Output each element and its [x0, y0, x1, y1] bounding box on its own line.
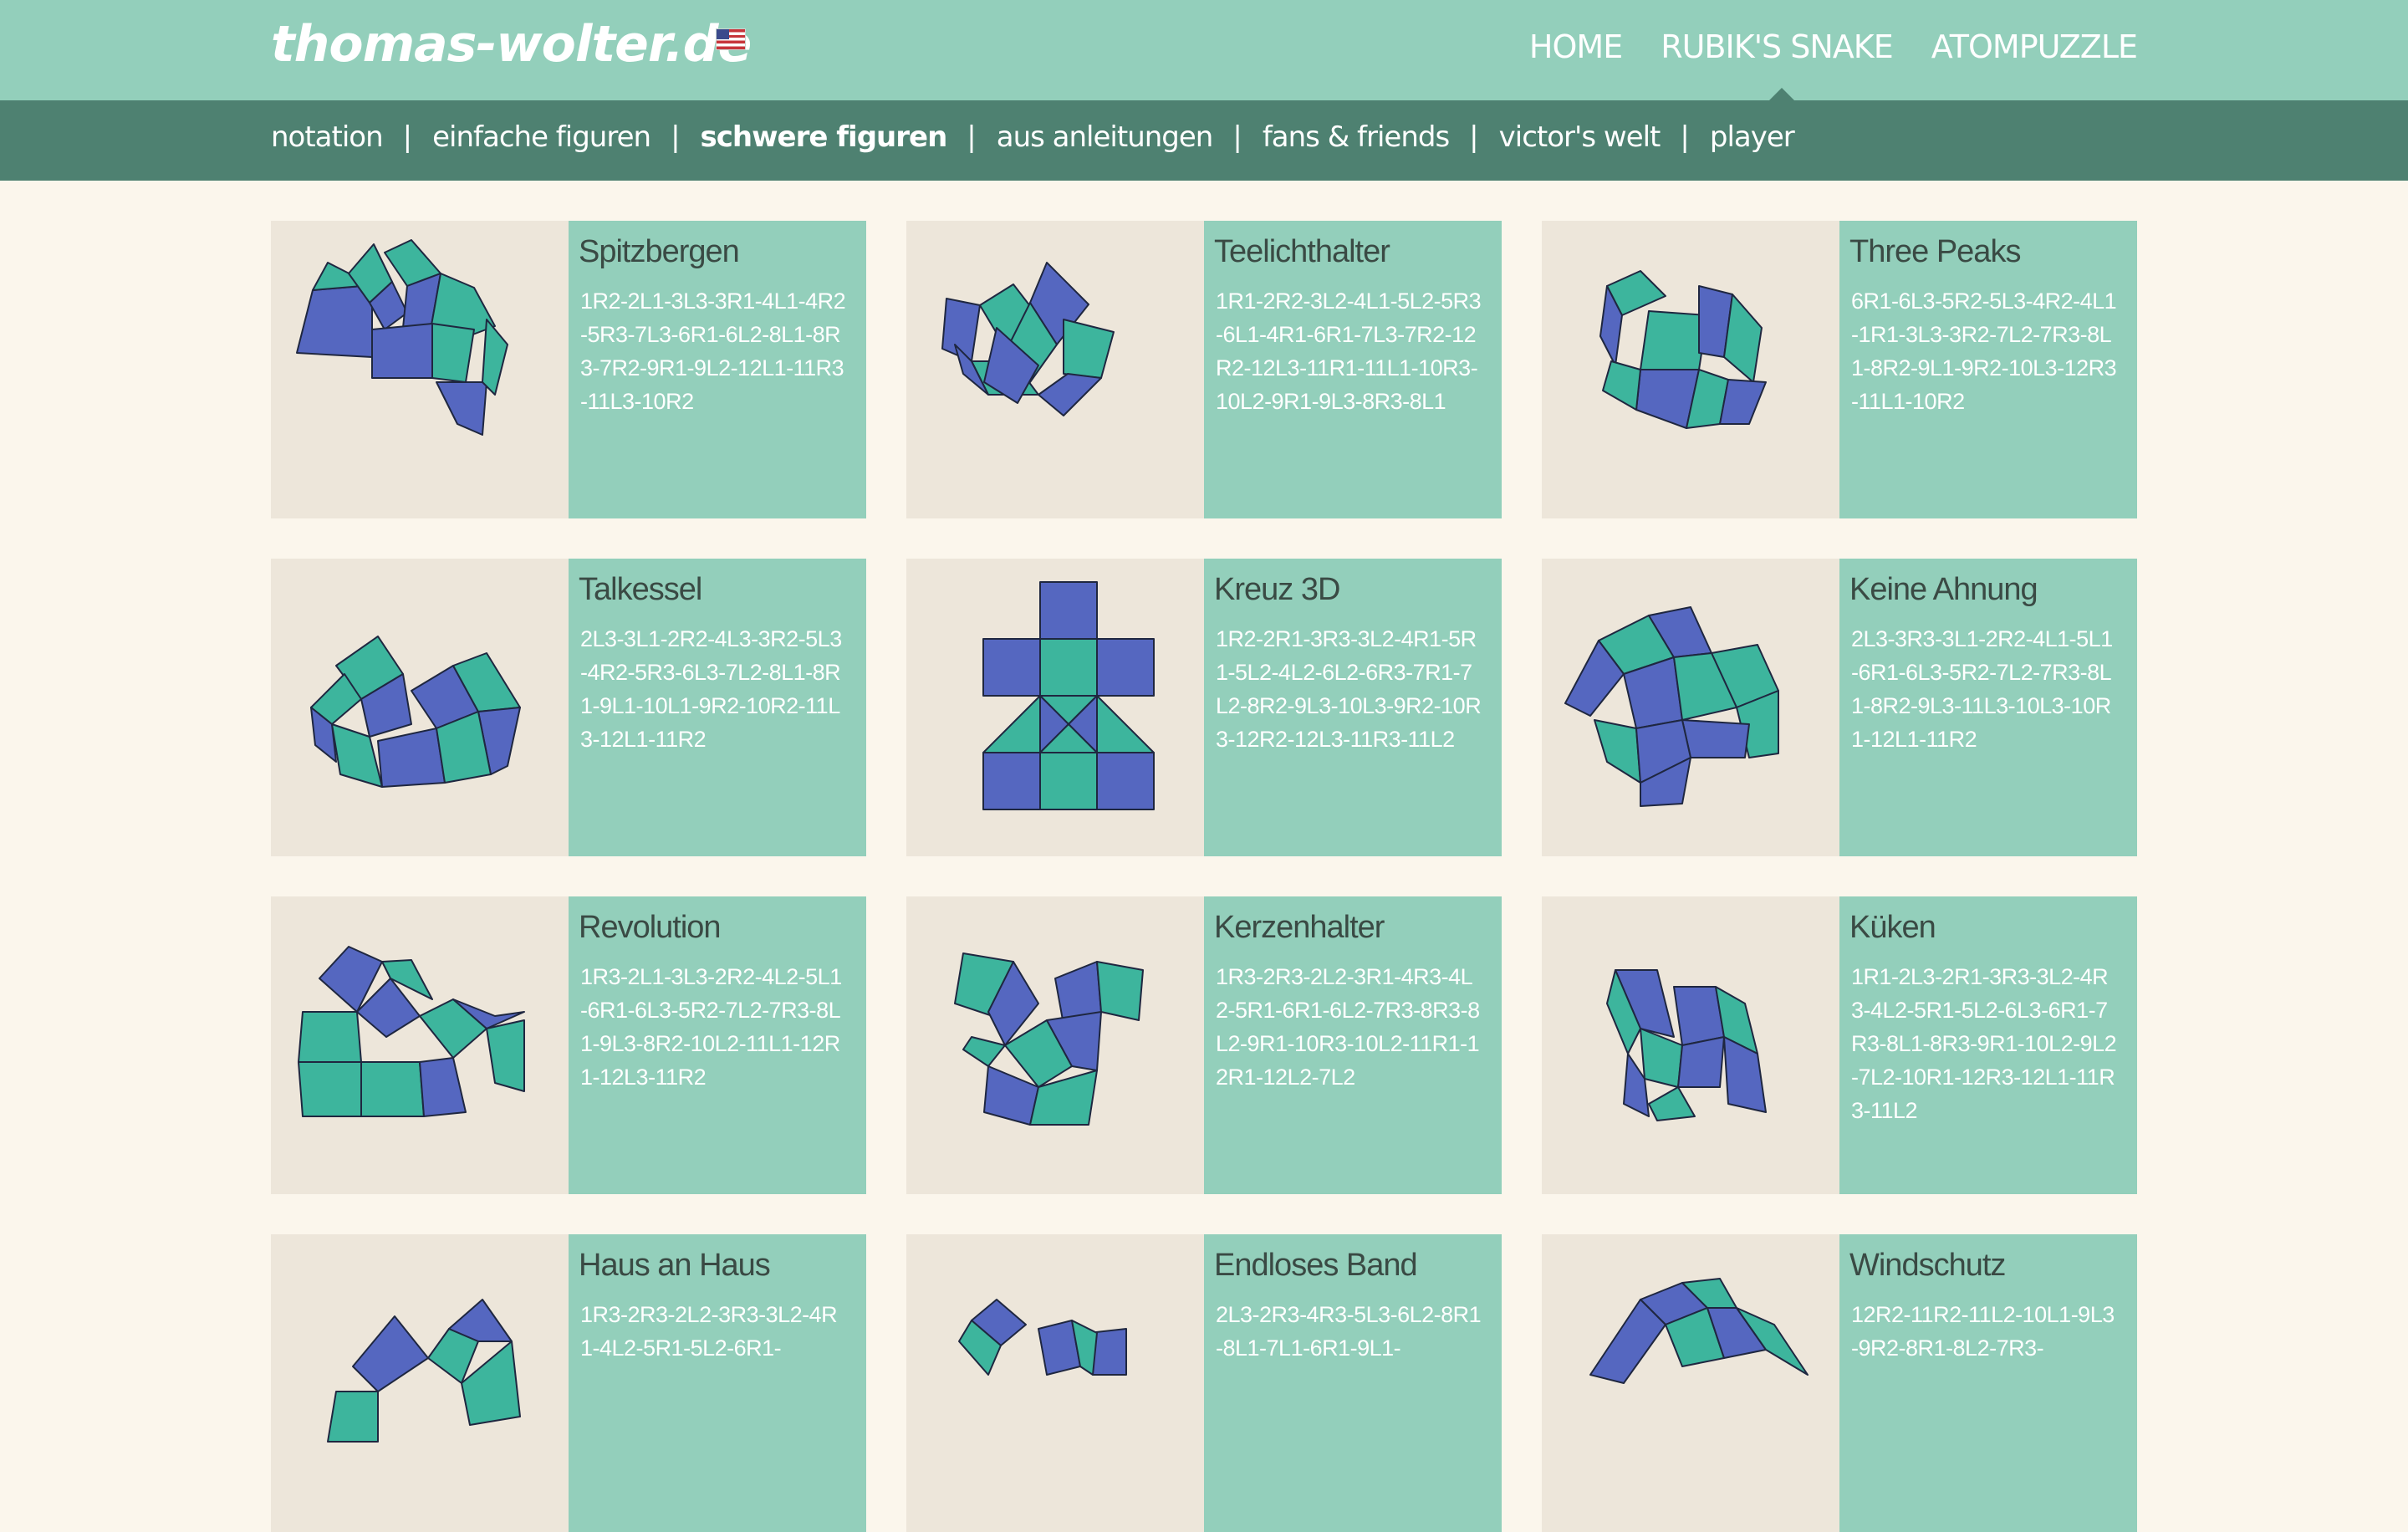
subnav-notation[interactable]: notation [271, 120, 384, 154]
figure-thumbnail[interactable] [271, 221, 569, 518]
us-flag-icon[interactable] [716, 28, 746, 50]
figure-sequence: 2L3-2R3-4R3-5L3-6L2-8R1-8L1-7L1-6R1-9L1- [1216, 1302, 1482, 1361]
figure-card-spitzbergen[interactable]: Spitzbergen 1R2-2L1-3L3-3R1-4L1-4R2-5R3-… [271, 221, 866, 518]
snake-figure-image [958, 1299, 1127, 1376]
nav-rubiks-snake[interactable]: RUBIK'S SNAKE [1661, 28, 1894, 65]
figure-sequence: 1R1-2L3-2R1-3R3-3L2-4R3-4L2-5R1-5L2-6L3-… [1851, 964, 2117, 1123]
snake-figure-image [298, 946, 525, 1117]
figure-sequence: 1R3-2L1-3L3-2R2-4L2-5L1-6R1-6L3-5R2-7L2-… [580, 964, 842, 1090]
figure-sequence: 1R1-2R2-3L2-4L1-5L2-5R3-6L1-4R1-6R1-7L3-… [1216, 289, 1482, 414]
separator: | [1680, 120, 1690, 154]
figure-info: Haus an Haus 1R3-2R3-2L2-3R3-3L2-4R1-4L2… [569, 1234, 866, 1532]
snake-figure-image [982, 581, 1155, 810]
sub-nav: notation | einfache figuren | schwere fi… [271, 120, 1795, 154]
figure-thumbnail[interactable] [271, 559, 569, 856]
separator: | [1232, 120, 1242, 154]
snake-figure-image [296, 239, 508, 436]
figure-sequence: 2L3-3R3-3L1-2R2-4L1-5L1-6R1-6L3-5R2-7L2-… [1851, 626, 2113, 752]
figure-name[interactable]: Windschutz [1849, 1248, 2006, 1284]
subnav-victors-welt[interactable]: victor's welt [1499, 120, 1661, 154]
snake-figure-image [1589, 1278, 1809, 1384]
figure-info: Spitzbergen 1R2-2L1-3L3-3R1-4L1-4R2-5R3-… [569, 221, 866, 518]
figure-thumbnail[interactable] [1542, 221, 1839, 518]
figure-name[interactable]: Keine Ahnung [1849, 572, 2038, 608]
figure-info: Kerzenhalter 1R3-2R3-2L2-3R1-4R3-4L2-5R1… [1204, 896, 1502, 1194]
site-title[interactable]: thomas-wolter.de [271, 15, 752, 74]
figure-info: Windschutz 12R2-11R2-11L2-10L1-9L3-9R2-8… [1839, 1234, 2137, 1532]
figure-thumbnail[interactable] [906, 1234, 1204, 1532]
figure-sequence: 1R2-2R1-3R3-3L2-4R1-5R1-5L2-4L2-6L2-6R3-… [1216, 626, 1482, 752]
snake-figure-image [1599, 270, 1767, 429]
figure-card-kerzenhalter[interactable]: Kerzenhalter 1R3-2R3-2L2-3R1-4R3-4L2-5R1… [906, 896, 1502, 1194]
active-nav-caret [1769, 88, 1794, 100]
figure-card-keine-ahnung[interactable]: Keine Ahnung 2L3-3R3-3L1-2R2-4L1-5L1-6R1… [1542, 559, 2137, 856]
figure-thumbnail[interactable] [271, 1234, 569, 1532]
figure-name[interactable]: Kreuz 3D [1214, 572, 1340, 608]
figure-card-teelichthalter[interactable]: Teelichthalter 1R1-2R2-3L2-4L1-5L2-5R3-6… [906, 221, 1502, 518]
separator: | [671, 120, 681, 154]
figure-card-kueken[interactable]: Küken 1R1-2L3-2R1-3R3-3L2-4R3-4L2-5R1-5L… [1542, 896, 2137, 1194]
snake-figure-image [941, 262, 1115, 416]
separator: | [1469, 120, 1479, 154]
subnav-aus-anleitungen[interactable]: aus anleitungen [997, 120, 1214, 154]
figure-card-kreuz-3d[interactable]: Kreuz 3D 1R2-2R1-3R3-3L2-4R1-5R1-5L2-4L2… [906, 559, 1502, 856]
figure-thumbnail[interactable] [1542, 1234, 1839, 1532]
figure-info: Kreuz 3D 1R2-2R1-3R3-3L2-4R1-5R1-5L2-4L2… [1204, 559, 1502, 856]
figure-sequence: 1R3-2R3-2L2-3R1-4R3-4L2-5R1-6R1-6L2-7R3-… [1216, 964, 1480, 1090]
figure-name[interactable]: Küken [1849, 910, 1936, 946]
figure-name[interactable]: Talkessel [579, 572, 702, 608]
snake-figure-image [1564, 606, 1779, 807]
figure-info: Revolution 1R3-2L1-3L3-2R2-4L2-5L1-6R1-6… [569, 896, 866, 1194]
figure-name[interactable]: Endloses Band [1214, 1248, 1418, 1284]
figure-name[interactable]: Revolution [579, 910, 722, 946]
figure-name[interactable]: Spitzbergen [579, 234, 740, 270]
figure-thumbnail[interactable] [1542, 896, 1839, 1194]
figure-card-haus-an-haus[interactable]: Haus an Haus 1R3-2R3-2L2-3R3-3L2-4R1-4L2… [271, 1234, 866, 1532]
figure-thumbnail[interactable] [271, 896, 569, 1194]
separator: | [967, 120, 977, 154]
figure-card-windschutz[interactable]: Windschutz 12R2-11R2-11L2-10L1-9L3-9R2-8… [1542, 1234, 2137, 1532]
main-nav: HOME RUBIK'S SNAKE ATOMPUZZLE [1529, 28, 2138, 65]
nav-home[interactable]: HOME [1529, 28, 1623, 65]
figure-card-three-peaks[interactable]: Three Peaks 6R1-6L3-5R2-5L3-4R2-4L1-1R1-… [1542, 221, 2137, 518]
figure-name[interactable]: Three Peaks [1849, 234, 2021, 270]
figure-card-talkessel[interactable]: Talkessel 2L3-3L1-2R2-4L3-3R2-5L3-4R2-5R… [271, 559, 866, 856]
figure-card-endloses-band[interactable]: Endloses Band 2L3-2R3-4R3-5L3-6L2-8R1-8L… [906, 1234, 1502, 1532]
top-header: thomas-wolter.de HOME RUBIK'S SNAKE ATOM… [0, 0, 2408, 100]
subnav-player[interactable]: player [1710, 120, 1795, 154]
nav-atompuzzle[interactable]: ATOMPUZZLE [1931, 28, 2138, 65]
figure-thumbnail[interactable] [906, 559, 1204, 856]
figure-sequence: 1R2-2L1-3L3-3R1-4L1-4R2-5R3-7L3-6R1-6L2-… [580, 289, 846, 414]
figure-info: Three Peaks 6R1-6L3-5R2-5L3-4R2-4L1-1R1-… [1839, 221, 2137, 518]
figure-name[interactable]: Haus an Haus [579, 1248, 771, 1284]
figure-sequence: 6R1-6L3-5R2-5L3-4R2-4L1-1R1-3L3-3R2-7L2-… [1851, 289, 2117, 414]
sub-nav-bar: notation | einfache figuren | schwere fi… [0, 100, 2408, 181]
figure-thumbnail[interactable] [1542, 559, 1839, 856]
snake-figure-image [954, 952, 1144, 1126]
snake-figure-image [310, 636, 521, 788]
figure-info: Talkessel 2L3-3L1-2R2-4L3-3R2-5L3-4R2-5R… [569, 559, 866, 856]
subnav-schwere-figuren[interactable]: schwere figuren [701, 120, 948, 154]
figure-info: Küken 1R1-2L3-2R1-3R3-3L2-4R3-4L2-5R1-5L… [1839, 896, 2137, 1194]
subnav-fans-friends[interactable]: fans & friends [1263, 120, 1450, 154]
figure-card-revolution[interactable]: Revolution 1R3-2L1-3L3-2R2-4L2-5L1-6R1-6… [271, 896, 866, 1194]
snake-figure-image [327, 1299, 521, 1443]
figure-info: Endloses Band 2L3-2R3-4R3-5L3-6L2-8R1-8L… [1204, 1234, 1502, 1532]
snake-figure-image [1606, 969, 1767, 1121]
figure-sequence: 1R3-2R3-2L2-3R3-3L2-4R1-4L2-5R1-5L2-6R1- [580, 1302, 838, 1361]
figure-info: Keine Ahnung 2L3-3R3-3L1-2R2-4L1-5L1-6R1… [1839, 559, 2137, 856]
figure-sequence: 12R2-11R2-11L2-10L1-9L3-9R2-8R1-8L2-7R3- [1851, 1302, 2115, 1361]
figure-sequence: 2L3-3L1-2R2-4L3-3R2-5L3-4R2-5R3-6L3-7L2-… [580, 626, 842, 752]
subnav-einfache-figuren[interactable]: einfache figuren [432, 120, 651, 154]
separator: | [402, 120, 413, 154]
figure-name[interactable]: Kerzenhalter [1214, 910, 1385, 946]
figure-name[interactable]: Teelichthalter [1214, 234, 1390, 270]
figure-info: Teelichthalter 1R1-2R2-3L2-4L1-5L2-5R3-6… [1204, 221, 1502, 518]
figure-thumbnail[interactable] [906, 221, 1204, 518]
figure-thumbnail[interactable] [906, 896, 1204, 1194]
